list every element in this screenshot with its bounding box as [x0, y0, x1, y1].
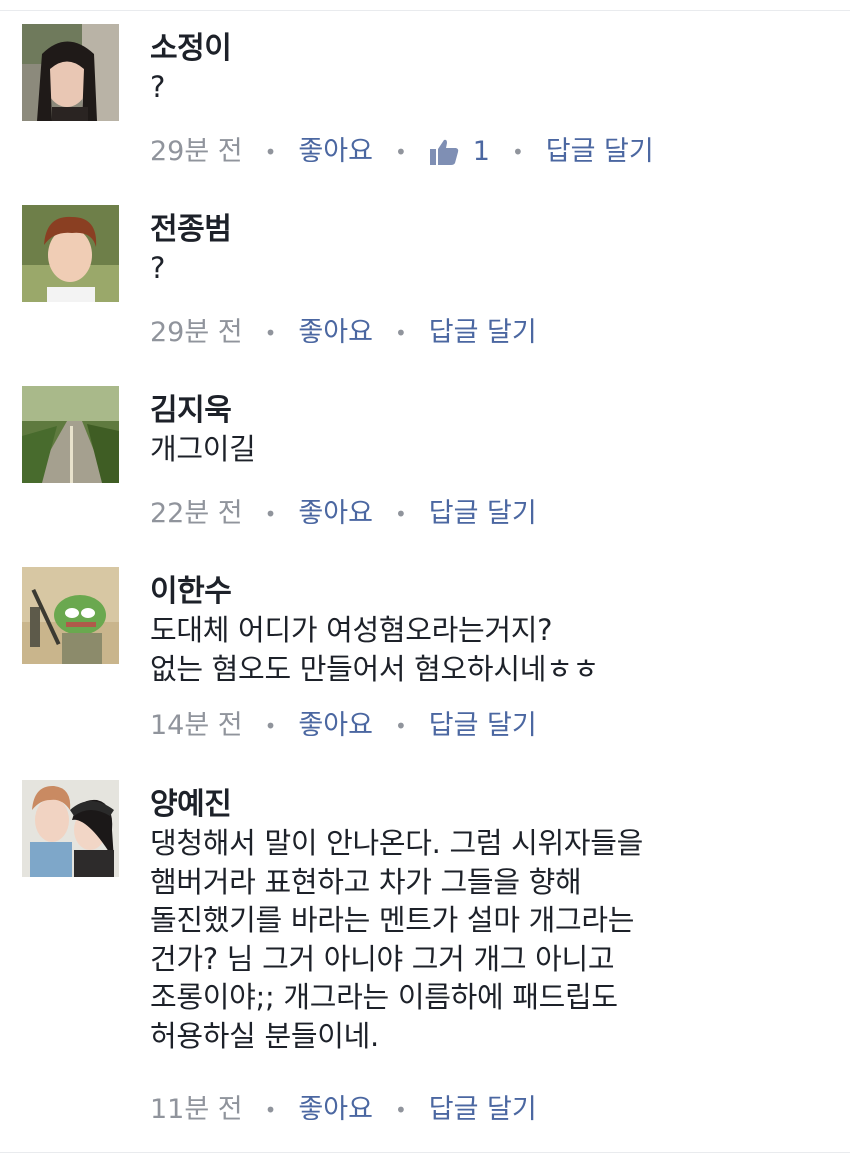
comment-meta: 29분 전 • 좋아요 • 1 • 답글 달기	[150, 135, 654, 169]
dot-separator: •	[264, 1098, 277, 1122]
comment-meta: 29분 전 • 좋아요 • 답글 달기	[150, 316, 537, 350]
commenter-name[interactable]: 전종범	[150, 211, 830, 249]
timestamp: 11분 전	[150, 1094, 243, 1125]
avatar[interactable]	[22, 205, 119, 302]
commenter-name[interactable]: 양예진	[150, 786, 830, 824]
thumbs-up-icon	[429, 139, 458, 165]
like-button[interactable]: 좋아요	[298, 1093, 373, 1127]
avatar-image	[22, 567, 119, 664]
comment-text: ?	[150, 251, 166, 285]
dot-separator: •	[264, 140, 277, 164]
comment-meta: 14분 전 • 좋아요 • 답글 달기	[150, 709, 537, 743]
avatar-image	[22, 205, 119, 302]
reply-button[interactable]: 답글 달기	[429, 316, 537, 350]
comment-body: 전종범 ?	[150, 211, 830, 288]
comment-body: 양예진 댕청해서 말이 안나온다. 그럼 시위자들을 햄버거라 표현하고 차가 …	[150, 786, 830, 1055]
avatar[interactable]	[22, 780, 119, 877]
dot-separator: •	[511, 140, 524, 164]
dot-separator: •	[264, 714, 277, 738]
comment-text: 도대체 어디가 여성혐오라는거지? 없는 혐오도 만들어서 혐오하시네ㅎㅎ	[150, 613, 599, 686]
avatar-image	[22, 24, 119, 121]
dot-separator: •	[394, 321, 407, 345]
dot-separator: •	[394, 714, 407, 738]
comment-meta: 22분 전 • 좋아요 • 답글 달기	[150, 497, 537, 531]
avatar[interactable]	[22, 24, 119, 121]
like-count-value: 1	[472, 136, 490, 167]
dot-separator: •	[394, 1098, 407, 1122]
comment-body: 김지욱 개그이길	[150, 392, 830, 469]
like-button[interactable]: 좋아요	[298, 135, 373, 169]
comment-meta: 11분 전 • 좋아요 • 답글 달기	[150, 1093, 537, 1127]
reply-button[interactable]: 답글 달기	[429, 709, 537, 743]
avatar[interactable]	[22, 567, 119, 664]
commenter-name[interactable]: 김지욱	[150, 392, 830, 430]
comment-body: 이한수 도대체 어디가 여성혐오라는거지? 없는 혐오도 만들어서 혐오하시네ㅎ…	[150, 573, 830, 688]
avatar-image	[22, 386, 119, 483]
comment-text: 댕청해서 말이 안나온다. 그럼 시위자들을 햄버거라 표현하고 차가 그들을 …	[150, 826, 644, 1053]
comment-text: 개그이길	[150, 432, 256, 466]
reply-button[interactable]: 답글 달기	[546, 135, 654, 169]
dot-separator: •	[264, 502, 277, 526]
avatar[interactable]	[22, 386, 119, 483]
avatar-image	[22, 780, 119, 877]
reply-button[interactable]: 답글 달기	[429, 1093, 537, 1127]
timestamp: 22분 전	[150, 498, 243, 529]
like-button[interactable]: 좋아요	[298, 316, 373, 350]
dot-separator: •	[394, 502, 407, 526]
reply-button[interactable]: 답글 달기	[429, 497, 537, 531]
timestamp: 29분 전	[150, 136, 243, 167]
commenter-name[interactable]: 소정이	[150, 30, 830, 68]
comment-text: ?	[150, 70, 166, 104]
commenter-name[interactable]: 이한수	[150, 573, 830, 611]
dot-separator: •	[394, 140, 407, 164]
like-button[interactable]: 좋아요	[298, 709, 373, 743]
like-button[interactable]: 좋아요	[298, 497, 373, 531]
dot-separator: •	[264, 321, 277, 345]
top-divider	[0, 10, 850, 11]
timestamp: 14분 전	[150, 710, 243, 741]
timestamp: 29분 전	[150, 317, 243, 348]
like-count[interactable]: 1	[429, 135, 490, 169]
comment-body: 소정이 ?	[150, 30, 830, 107]
